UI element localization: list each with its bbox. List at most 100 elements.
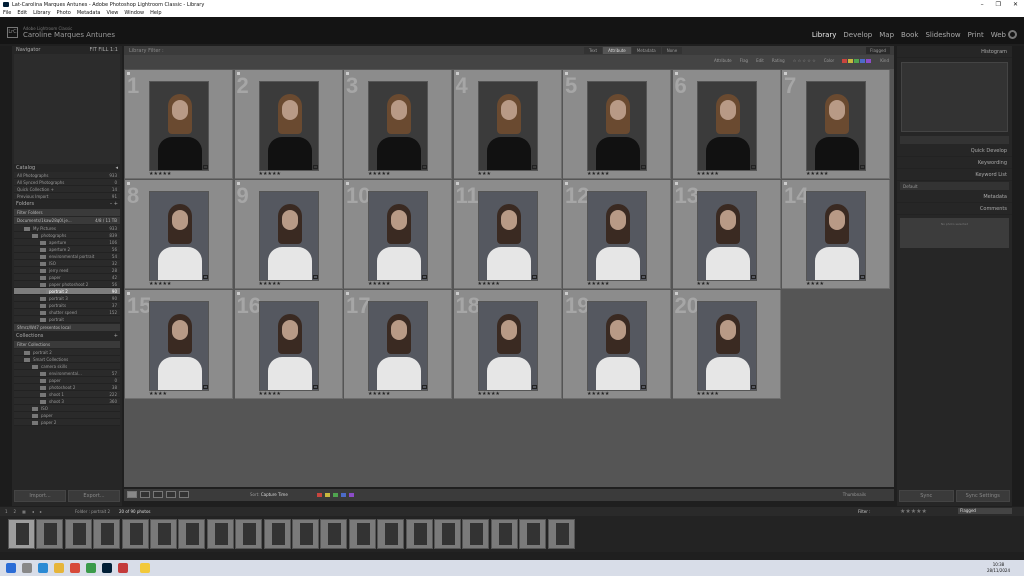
volume-bar[interactable]: Documents/1kaw28q0l.je... 4/8 / 11 TB — [14, 217, 120, 224]
rating-stars[interactable]: ☆ ☆ ☆ ☆ ☆ — [793, 58, 816, 63]
catalog-item[interactable]: All Photographs 933 — [14, 172, 120, 179]
portrait-thumbnail[interactable] — [149, 81, 209, 171]
portrait-thumbnail[interactable] — [368, 81, 428, 171]
saved-preset-bar[interactable] — [900, 136, 1009, 144]
star-rating[interactable]: ★★★★★ — [368, 391, 390, 397]
star-rating[interactable]: ★★★ — [478, 171, 491, 177]
folder-item[interactable]: photographs 839 — [14, 232, 120, 239]
folder-item[interactable]: shutter speed 152 — [14, 309, 120, 316]
minimize-button[interactable]: – — [981, 1, 984, 8]
filmstrip-thumbnail[interactable] — [178, 519, 206, 549]
color-label-swatch[interactable] — [317, 493, 322, 497]
collection-item[interactable]: paper 0 — [14, 377, 120, 384]
kind-filter[interactable]: Kind — [880, 58, 889, 63]
star-rating[interactable]: ★★★★★ — [697, 391, 719, 397]
back-arrow-icon[interactable]: ◂ — [32, 509, 34, 514]
color-label-swatch[interactable] — [325, 493, 330, 497]
menu-edit[interactable]: Edit — [17, 10, 27, 16]
grid-cell[interactable]: 10 ★★★★★ — [344, 180, 452, 289]
color-label-swatch[interactable] — [848, 59, 854, 63]
filmstrip[interactable] — [0, 516, 1024, 552]
grid-cell[interactable]: 13 ★★★ — [672, 180, 781, 289]
quick-develop-header[interactable]: Quick Develop — [897, 145, 1012, 157]
close-button[interactable]: ✕ — [1013, 1, 1018, 8]
catalog-item[interactable]: Previous Import 91 — [14, 193, 120, 200]
comments-box[interactable]: No photo selected — [900, 218, 1009, 248]
star-rating[interactable]: ★★★★★ — [478, 391, 500, 397]
filmstrip-rating-filter[interactable]: ★★★★★ — [900, 508, 927, 515]
portrait-thumbnail[interactable] — [258, 301, 319, 391]
folder-item[interactable]: portrait — [14, 316, 120, 323]
module-map[interactable]: Map — [879, 31, 894, 39]
filmstrip-thumbnail[interactable] — [405, 519, 433, 549]
portrait-thumbnail[interactable] — [368, 301, 428, 391]
filmstrip-thumbnail[interactable] — [8, 519, 35, 549]
folder-item[interactable]: environmental portrait 54 — [14, 253, 120, 260]
grid-cell[interactable]: 12 ★★★★★ — [563, 180, 671, 289]
collection-item[interactable]: environmental... 57 — [14, 370, 120, 377]
star-rating[interactable]: ★★★★ — [806, 281, 824, 287]
folder-item[interactable]: portrait 2 90 — [14, 288, 120, 295]
module-web[interactable]: Web — [991, 31, 1006, 39]
filmstrip-thumbnail[interactable] — [235, 519, 263, 549]
start-icon[interactable] — [6, 563, 16, 573]
grid-cell[interactable]: 2 ★★★★★ — [234, 70, 343, 179]
filmstrip-thumbnail[interactable] — [434, 519, 461, 549]
menu-library[interactable]: Library — [33, 10, 50, 16]
module-slideshow[interactable]: Slideshow — [925, 31, 960, 39]
sync-button[interactable]: Sync — [899, 490, 954, 502]
portrait-thumbnail[interactable] — [587, 301, 647, 391]
search-icon[interactable] — [22, 563, 32, 573]
comments-header[interactable]: Comments — [897, 203, 1012, 215]
portrait-thumbnail[interactable] — [368, 191, 428, 281]
star-rating[interactable]: ★★★★★ — [259, 391, 281, 397]
file-explorer-icon[interactable] — [54, 563, 64, 573]
filter-tab-attribute[interactable]: Attribute — [603, 47, 631, 54]
collection-item[interactable]: paper 2 — [14, 419, 120, 426]
filmstrip-thumbnail[interactable] — [121, 519, 149, 549]
toolbar-color-labels[interactable] — [317, 493, 355, 497]
grid-cell[interactable]: 20 ★★★★★ — [672, 290, 781, 399]
grid-cell[interactable]: 3 ★★★★★ — [344, 70, 452, 179]
grid-cell[interactable]: 6 ★★★★★ — [672, 70, 781, 179]
star-rating[interactable]: ★★★★★ — [587, 171, 609, 177]
filmstrip-thumbnail[interactable] — [36, 519, 64, 549]
sort-control[interactable]: Sort: Capture Time — [250, 492, 288, 497]
histogram-header[interactable]: Histogram — [897, 46, 1012, 58]
filmstrip-flag-select[interactable]: Flagged — [958, 508, 1012, 514]
collection-item[interactable]: ISO — [14, 405, 120, 412]
portrait-thumbnail[interactable] — [587, 81, 647, 171]
portrait-thumbnail[interactable] — [696, 191, 757, 281]
portrait-thumbnail[interactable] — [149, 301, 209, 391]
sync-settings-button[interactable]: Sync Settings — [955, 490, 1010, 502]
thumbnail-size-slider[interactable]: Thumbnails — [843, 492, 866, 497]
star-rating[interactable]: ★★★★★ — [587, 391, 609, 397]
filmstrip-thumbnail[interactable] — [377, 519, 405, 549]
portrait-thumbnail[interactable] — [806, 81, 866, 171]
star-rating[interactable]: ★★★★★ — [259, 281, 281, 287]
metadata-header[interactable]: Metadata — [897, 191, 1012, 203]
filmstrip-thumbnail[interactable] — [348, 519, 376, 549]
folder-item[interactable]: portrait 3 90 — [14, 295, 120, 302]
filmstrip-thumbnail[interactable] — [519, 519, 547, 549]
grid-cell[interactable]: 8 ★★★★★ — [125, 180, 233, 289]
filmstrip-thumbnail[interactable] — [320, 519, 348, 549]
filter-preset-select[interactable]: Flagged — [866, 47, 890, 54]
lightroom-taskbar-icon[interactable] — [102, 563, 112, 573]
filter-tab-none[interactable]: None — [661, 47, 683, 54]
star-rating[interactable]: ★★★★★ — [587, 281, 609, 287]
collection-item[interactable]: Smart Collections — [14, 356, 120, 363]
color-label-swatch[interactable] — [854, 59, 860, 63]
grid-cell[interactable]: 11 ★★★★★ — [453, 180, 562, 289]
people-view-icon[interactable] — [179, 491, 189, 498]
secondary-display-2[interactable]: 2 — [14, 509, 17, 514]
collection-item[interactable]: camera skills — [14, 363, 120, 370]
secondary-display-1[interactable]: 1 — [5, 509, 8, 514]
collection-item[interactable]: photoshoot 2 38 — [14, 384, 120, 391]
grid-cell[interactable]: 9 ★★★★★ — [234, 180, 343, 289]
star-rating[interactable]: ★★★★★ — [259, 171, 281, 177]
filter-tab-metadata[interactable]: Metadata — [631, 47, 661, 54]
folder-item[interactable]: aperture 106 — [14, 239, 120, 246]
collections-header[interactable]: Collections + — [12, 332, 122, 340]
filmstrip-thumbnail[interactable] — [93, 519, 121, 549]
